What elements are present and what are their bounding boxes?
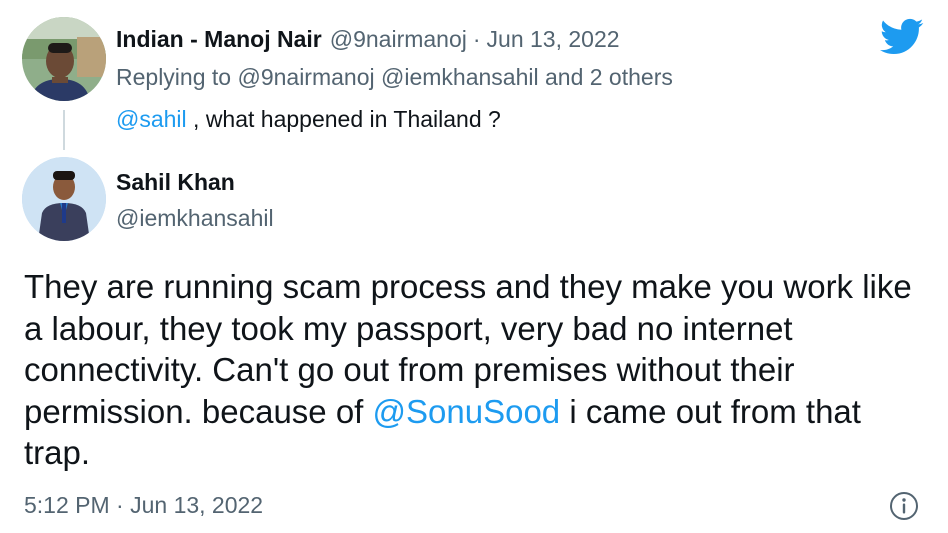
parent-text-body: , what happened in Thailand ? [186,106,501,132]
parent-handle[interactable]: @9nairmanoj [330,26,467,53]
replying-others[interactable]: and 2 others [545,64,673,90]
avatar-parent[interactable] [22,17,106,101]
twitter-bird-icon[interactable] [880,18,924,56]
reply-handle[interactable]: @iemkhansahil [116,205,274,232]
avatar-reply[interactable] [22,157,106,241]
separator-dot: · [472,26,481,52]
replying-prefix: Replying to [116,64,232,90]
tweet-embed-card: Indian - Manoj Nair @9nairmanoj · Jun 13… [0,0,948,533]
parent-tweet-header: Indian - Manoj Nair @9nairmanoj · Jun 13… [116,26,620,58]
replying-mentions[interactable]: @9nairmanoj @iemkhansahil [237,64,538,90]
mention-link[interactable]: @sahil [116,106,187,132]
thread-connector-line [63,110,65,150]
reply-timestamp[interactable]: 5:12 PM · Jun 13, 2022 [24,492,263,519]
parent-display-name[interactable]: Indian - Manoj Nair [116,26,322,53]
replying-to-line: Replying to @9nairmanoj @iemkhansahil an… [116,64,673,91]
parent-date[interactable]: Jun 13, 2022 [487,26,620,53]
info-icon[interactable] [888,490,920,522]
reply-tweet-text: They are running scam process and they m… [24,266,924,474]
sonusood-mention-link[interactable]: @SonuSood [373,393,561,430]
reply-display-name[interactable]: Sahil Khan [116,169,235,196]
parent-tweet-text: @sahil , what happened in Thailand ? [116,106,501,133]
